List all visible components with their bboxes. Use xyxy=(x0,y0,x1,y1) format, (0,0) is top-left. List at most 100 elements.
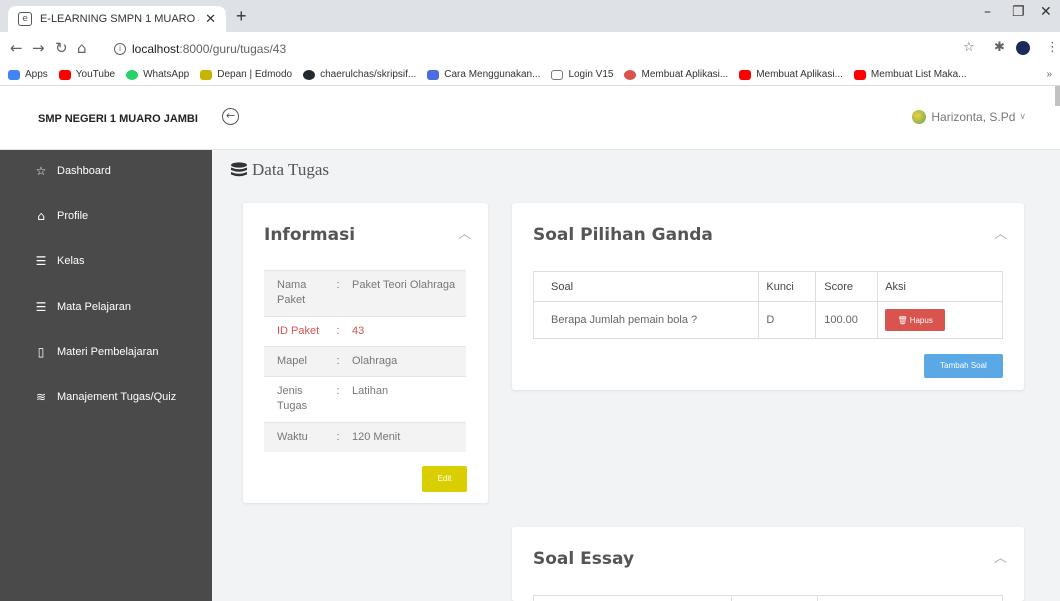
column-header: Score xyxy=(815,271,879,302)
youtube-icon xyxy=(853,69,866,80)
tab-close-icon[interactable]: ✕ xyxy=(205,11,216,27)
bookmarks-overflow-icon[interactable]: » xyxy=(1046,69,1052,80)
sidebar-item-kelas[interactable]: ☰ Kelas xyxy=(0,246,212,276)
info-row-waktu: Waktu : 120 Menit xyxy=(264,422,466,452)
bookmark-apps[interactable]: Apps xyxy=(8,69,48,80)
hapus-label: Hapus xyxy=(909,315,933,325)
github-icon xyxy=(303,69,316,80)
bookmark-label: Login V15 xyxy=(568,69,614,80)
info-key: ID Paket xyxy=(277,325,320,337)
cell-soal: Berapa Jumlah pemain bola ? xyxy=(532,301,760,339)
info-row-nama-paket: Nama Paket : Paket Teori Olahraga xyxy=(264,270,466,316)
sidebar-item-label: Kelas xyxy=(57,255,85,267)
tab-title: E-LEARNING SMPN 1 MUARO JA xyxy=(39,13,200,25)
pg-table: Soal Kunci Score Aksi Berapa Jumlah pema… xyxy=(532,271,1003,339)
sidebar-item-label: Profile xyxy=(57,210,89,222)
bookmark-label: Cara Menggunakan... xyxy=(444,69,541,80)
bookmark-edmodo[interactable]: Depan | Edmodo xyxy=(200,69,292,80)
essay-table xyxy=(533,595,1003,601)
sidebar-item-label: Manajement Tugas/Quiz xyxy=(57,391,177,403)
page-scrollbar[interactable] xyxy=(1055,86,1060,106)
bookmark-membuat-list[interactable]: Membuat List Maka... xyxy=(853,69,967,80)
bookmark-label: YouTube xyxy=(75,69,116,80)
info-value: 43 xyxy=(352,325,365,337)
hapus-button[interactable]: 🗑 Hapus xyxy=(885,309,946,331)
cell-score: 100.00 xyxy=(815,301,879,339)
tambah-soal-button[interactable]: Tambah Soal xyxy=(924,354,1003,378)
url-input[interactable]: i localhost :8000/guru/tugas/43 xyxy=(100,38,980,60)
bookmark-label: Depan | Edmodo xyxy=(217,69,293,80)
browser-tab[interactable]: e E-LEARNING SMPN 1 MUARO JA ✕ xyxy=(8,6,226,32)
page-title-text: Data Tugas xyxy=(252,160,329,179)
info-sep: : xyxy=(336,355,340,367)
reload-icon[interactable]: ↻ xyxy=(55,39,68,57)
site-favicon-icon: e xyxy=(18,12,32,26)
info-value: Latihan xyxy=(352,385,389,397)
sidebar-item-mata-pelajaran[interactable]: ☰ Mata Pelajaran xyxy=(0,292,212,322)
essay-card-title: Soal Essay xyxy=(533,549,635,569)
sidebar: ☆ Dashboard ⌂ Profile ☰ Kelas ☰ Mata Pel… xyxy=(0,150,212,601)
table-row: Berapa Jumlah pemain bola ? D 100.00 🗑 H… xyxy=(532,301,1003,339)
info-value: 120 Menit xyxy=(352,431,401,443)
back-arrow-icon[interactable]: ← xyxy=(10,39,23,57)
sidebar-item-dashboard[interactable]: ☆ Dashboard xyxy=(0,156,212,186)
minimize-icon[interactable]: – xyxy=(984,4,991,20)
new-tab-icon[interactable]: + xyxy=(236,6,247,27)
star-icon: ☆ xyxy=(35,164,47,178)
bookmark-whatsapp[interactable]: WhatsApp xyxy=(126,69,189,80)
info-sep: : xyxy=(336,325,340,337)
sidebar-item-tugas-quiz[interactable]: ≋ Manajement Tugas/Quiz xyxy=(0,382,212,412)
forward-arrow-icon[interactable]: → xyxy=(32,39,45,57)
profile-avatar-icon[interactable] xyxy=(1016,41,1030,55)
restore-icon[interactable]: ❐ xyxy=(1012,4,1025,20)
database-icon: ☰ xyxy=(35,254,47,268)
pilihan-ganda-card: Soal Pilihan Ganda ︿ Soal Kunci Score Ak… xyxy=(512,203,1024,390)
layers-icon: ≋ xyxy=(35,390,47,404)
bookmark-star-icon[interactable]: ☆ xyxy=(963,40,975,55)
site-icon xyxy=(551,69,564,80)
bookmark-youtube[interactable]: YouTube xyxy=(58,69,116,80)
info-sep: : xyxy=(336,279,340,291)
bookmark-label: WhatsApp xyxy=(143,69,190,80)
bookmark-login[interactable]: Login V15 xyxy=(551,69,613,80)
cell-aksi: 🗑 Hapus xyxy=(877,301,1003,339)
edit-button[interactable]: Edit xyxy=(422,466,467,492)
bookmark-github[interactable]: chaerulchas/skripsif... xyxy=(303,69,416,80)
bookmark-label: chaerulchas/skripsif... xyxy=(320,69,417,80)
user-avatar-icon xyxy=(912,110,927,124)
collapse-chevron-icon[interactable]: ︿ xyxy=(994,547,1007,566)
cell-kunci: D xyxy=(758,301,817,339)
essay-card: Soal Essay ︿ xyxy=(512,527,1024,601)
sidebar-toggle-back-icon[interactable]: ← xyxy=(222,108,239,125)
address-bar-row: ← → ↻ ⌂ i localhost :8000/guru/tugas/43 … xyxy=(0,32,1060,64)
database-icon xyxy=(231,162,247,177)
info-value: Paket Teori Olahraga xyxy=(352,279,456,291)
sidebar-item-label: Materi Pembelajaran xyxy=(57,346,159,358)
collapse-chevron-icon[interactable]: ︿ xyxy=(458,223,471,242)
site-info-icon[interactable]: i xyxy=(114,43,126,55)
info-card-title: Informasi xyxy=(264,225,356,245)
collapse-chevron-icon[interactable]: ︿ xyxy=(994,223,1007,242)
extensions-icon[interactable]: ✱ xyxy=(994,40,1005,55)
apps-grid-icon xyxy=(8,69,20,80)
sidebar-item-profile[interactable]: ⌂ Profile xyxy=(0,201,212,231)
user-menu[interactable]: Harizonta, S.Pd ∨ xyxy=(912,110,1026,124)
info-key: Nama Paket xyxy=(277,279,307,306)
column-header: Kunci xyxy=(758,271,817,302)
sidebar-item-materi[interactable]: ▯ Materi Pembelajaran xyxy=(0,337,212,367)
sidebar-item-label: Dashboard xyxy=(57,165,111,177)
site-icon xyxy=(624,69,637,80)
page-title: Data Tugas xyxy=(230,160,329,180)
bookmark-cara[interactable]: Cara Menggunakan... xyxy=(427,69,540,80)
bookmark-membuat-1[interactable]: Membuat Aplikasi... xyxy=(624,69,728,80)
home-icon[interactable]: ⌂ xyxy=(77,39,87,57)
divider xyxy=(817,596,818,601)
browser-menu-icon[interactable]: ⋮ xyxy=(1046,40,1059,55)
url-host: localhost xyxy=(132,42,180,56)
database-icon: ☰ xyxy=(35,300,47,314)
info-key: Jenis Tugas xyxy=(277,385,308,412)
book-icon: ▯ xyxy=(37,345,45,359)
bookmark-membuat-2[interactable]: Membuat Aplikasi... xyxy=(739,69,843,80)
close-window-icon[interactable]: ✕ xyxy=(1040,4,1052,20)
trash-icon: 🗑 xyxy=(897,315,908,325)
